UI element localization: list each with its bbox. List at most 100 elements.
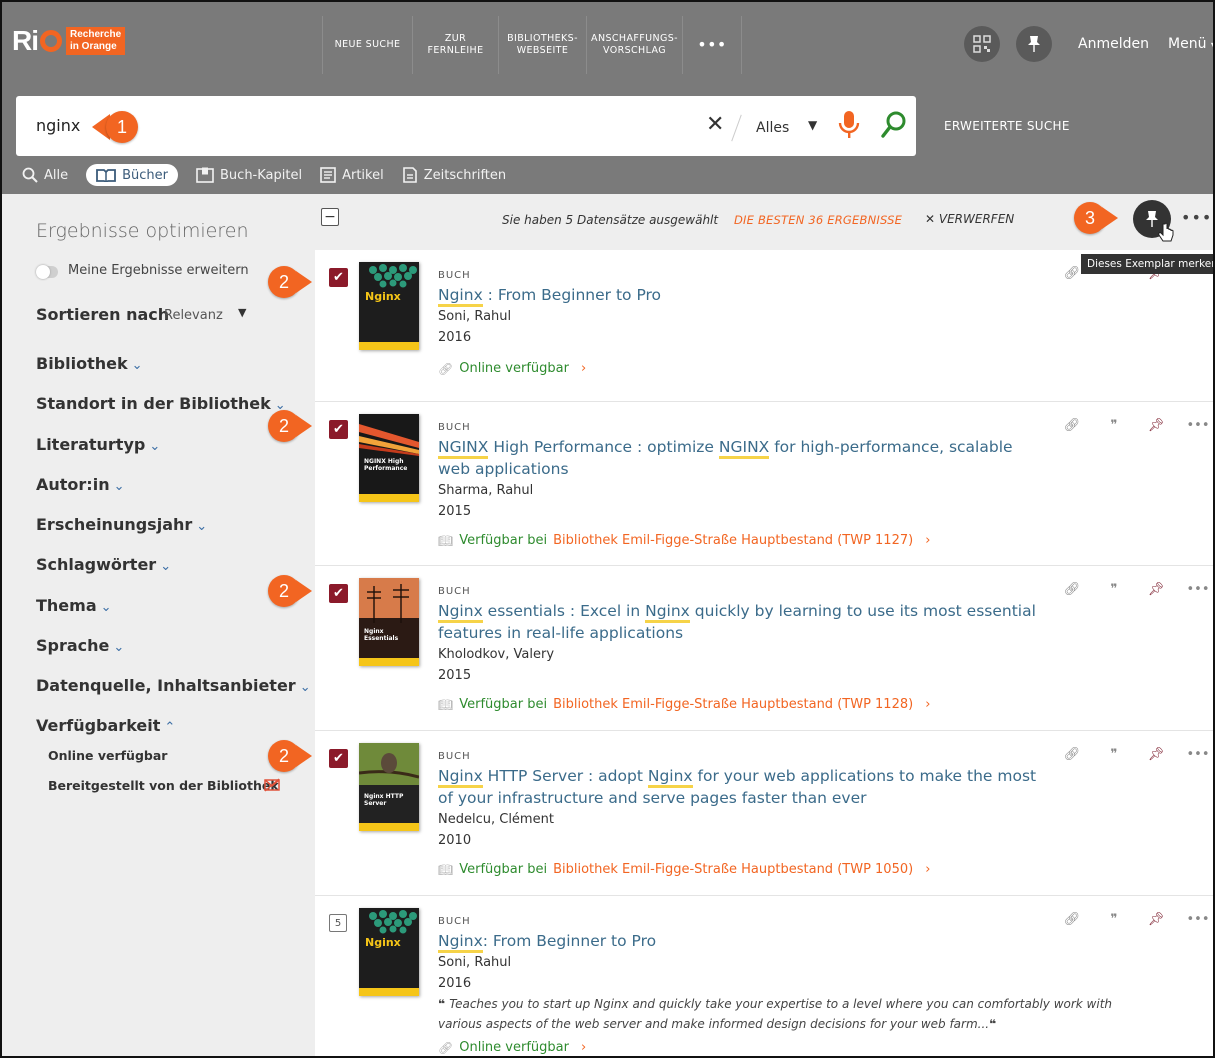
more-options-icon[interactable]: •••	[1187, 416, 1210, 434]
permalink-icon[interactable]: 🔗︎	[1061, 910, 1083, 928]
result-title[interactable]: Nginx : From Beginner to Pro	[438, 284, 1038, 307]
availability-link[interactable]: 📖︎ Verfügbar bei Bibliothek Emil-Figge-Str…	[438, 533, 930, 548]
pushpin-icon[interactable]: 📌︎	[1145, 580, 1167, 598]
facet-option-online[interactable]: Online verfügbar	[48, 748, 167, 763]
nav-acquisition-suggestion[interactable]: ANSCHAFFUNGS- VORSCHLAG	[586, 16, 682, 74]
tab-book-chapters[interactable]: Buch-Kapitel	[196, 164, 302, 186]
deselect-all-checkbox[interactable]: −	[321, 208, 339, 226]
citation-icon[interactable]: ❞	[1103, 580, 1125, 598]
tab-articles[interactable]: Artikel	[320, 164, 384, 186]
permalink-icon[interactable]: 🔗︎	[1061, 416, 1083, 434]
availability-text: Verfügbar bei	[459, 697, 548, 712]
facet-library[interactable]: Bibliothek ⌄	[36, 354, 143, 373]
book-icon	[96, 169, 117, 182]
callout-2: 2	[268, 740, 312, 772]
login-link[interactable]: Anmelden	[1078, 36, 1149, 52]
tab-books[interactable]: Bücher	[86, 164, 179, 186]
search-input[interactable]: nginx	[36, 116, 80, 135]
scope-caret-icon[interactable]: ▼	[808, 118, 817, 132]
result-author[interactable]: Soni, Rahul	[438, 955, 511, 970]
availability-link[interactable]: 📖︎ Verfügbar bei Bibliothek Emil-Figge-Str…	[438, 697, 930, 712]
search-scope-select[interactable]: Alles	[756, 120, 789, 136]
results-panel: − Sie haben 5 Datensätze ausgewählt DIE …	[315, 194, 1213, 1056]
nav-more[interactable]: •••	[682, 16, 742, 74]
book-cover[interactable]: Nginx	[359, 262, 419, 350]
book-cover[interactable]: NGINX High Performance	[359, 414, 419, 502]
tab-all[interactable]: Alle	[22, 164, 68, 186]
qr-code-icon[interactable]	[964, 26, 1000, 62]
expand-results-toggle[interactable]	[36, 265, 58, 279]
nav-interlibrary-loan[interactable]: ZUR FERNLEIHE	[412, 16, 498, 74]
sort-caret-icon[interactable]: ▼	[238, 306, 246, 319]
nav-label: BIBLIOTHEKS- WEBSEITE	[507, 33, 578, 56]
more-options-icon[interactable]: •••	[1187, 745, 1210, 763]
availability-link[interactable]: 🔗︎ Online verfügbar ›	[438, 361, 586, 376]
result-index-checkbox[interactable]: 5	[329, 914, 347, 932]
clear-search-icon[interactable]: ✕	[706, 112, 724, 137]
pushpin-icon[interactable]: 📌︎	[1145, 910, 1167, 928]
search-icon[interactable]	[880, 110, 908, 140]
cover-title: Nginx HTTP Server	[364, 793, 404, 807]
result-author[interactable]: Sharma, Rahul	[438, 483, 533, 498]
more-options-icon[interactable]: •••	[1187, 910, 1210, 928]
result-title[interactable]: Nginx essentials : Excel in Nginx quickl…	[438, 600, 1038, 644]
result-author[interactable]: Nedelcu, Clément	[438, 812, 554, 827]
rio-logo[interactable]: Ri Recherche in Orange	[12, 24, 128, 58]
facet-availability[interactable]: Verfügbarkeit ⌃	[36, 716, 175, 735]
chevron-down-icon: ⌄	[196, 519, 208, 534]
availability-text: Online verfügbar	[459, 361, 569, 376]
exclude-facet-icon[interactable]	[264, 778, 280, 792]
availability-link[interactable]: 🔗︎ Online verfügbar ›	[438, 1040, 586, 1055]
facet-language[interactable]: Sprache ⌄	[36, 636, 124, 655]
title-highlight: Nginx	[438, 767, 483, 788]
facet-option-library-provided[interactable]: Bereitgestellt von der Bibliothek	[48, 778, 279, 793]
result-type: BUCH	[438, 916, 471, 927]
facet-label: Datenquelle, Inhaltsanbieter	[36, 676, 296, 695]
advanced-search-link[interactable]: ERWEITERTE SUCHE	[944, 119, 1070, 133]
result-title[interactable]: Nginx: From Beginner to Pro	[438, 930, 1038, 953]
book-cover[interactable]: Nginx	[359, 908, 419, 996]
facet-keywords[interactable]: Schlagwörter ⌄	[36, 555, 171, 574]
permalink-icon[interactable]: 🔗︎	[1061, 580, 1083, 598]
tab-journals[interactable]: Zeitschriften	[402, 164, 506, 186]
result-checkbox[interactable]: ✔	[329, 268, 348, 287]
menu-button[interactable]: Menü ▾	[1168, 36, 1213, 52]
result-checkbox[interactable]: ✔	[329, 584, 348, 603]
facet-author[interactable]: Autor:in ⌄	[36, 475, 124, 494]
result-author[interactable]: Kholodkov, Valery	[438, 647, 554, 662]
result-item: 5 Nginx BUCH Nginx: From Beginner to Pro…	[315, 896, 1213, 1056]
facet-year[interactable]: Erscheinungsjahr ⌄	[36, 515, 207, 534]
facet-location[interactable]: Standort in der Bibliothek ⌄	[36, 394, 286, 413]
citation-icon[interactable]: ❞	[1103, 416, 1125, 434]
result-title[interactable]: NGINX High Performance : optimize NGINX …	[438, 436, 1038, 480]
citation-icon[interactable]: ❞	[1103, 745, 1125, 763]
book-cover[interactable]: Nginx HTTP Server	[359, 743, 419, 831]
facet-literature-type[interactable]: Literaturtyp ⌄	[36, 435, 160, 454]
facet-topic[interactable]: Thema ⌄	[36, 596, 112, 615]
best-results-link[interactable]: DIE BESTEN 36 ERGEBNISSE	[734, 213, 902, 227]
title-text: High Performance : optimize	[488, 438, 719, 456]
pushpin-icon[interactable]	[1016, 26, 1052, 62]
close-icon: ✕	[925, 212, 939, 226]
permalink-icon[interactable]: 🔗︎	[1061, 745, 1083, 763]
more-actions-button[interactable]: •••	[1181, 208, 1212, 227]
pushpin-icon[interactable]: 📌︎	[1145, 416, 1167, 434]
nav-new-search[interactable]: NEUE SUCHE	[322, 16, 412, 74]
facet-data-source[interactable]: Datenquelle, Inhaltsanbieter ⌄	[36, 676, 311, 695]
nav-library-website[interactable]: BIBLIOTHEKS- WEBSEITE	[498, 16, 586, 74]
result-checkbox[interactable]: ✔	[329, 749, 348, 768]
result-title[interactable]: Nginx HTTP Server : adopt Nginx for your…	[438, 765, 1038, 809]
microphone-icon[interactable]	[838, 110, 860, 140]
cover-title: Nginx	[365, 936, 401, 949]
sort-select[interactable]: Relevanz	[164, 308, 223, 323]
citation-icon[interactable]: ❞	[1103, 910, 1125, 928]
result-checkbox[interactable]: ✔	[329, 420, 348, 439]
discard-selection-button[interactable]: ✕ VERWERFEN	[925, 212, 1014, 226]
permalink-icon[interactable]: 🔗︎	[1061, 264, 1083, 282]
book-cover[interactable]: Nginx Essentials	[359, 578, 419, 666]
result-author[interactable]: Soni, Rahul	[438, 309, 511, 324]
availability-link[interactable]: 📖︎ Verfügbar bei Bibliothek Emil-Figge-Str…	[438, 862, 930, 877]
more-options-icon[interactable]: •••	[1187, 580, 1210, 598]
result-actions: 🔗︎ ❞ 📌︎ •••	[1061, 580, 1210, 598]
pushpin-icon[interactable]: 📌︎	[1145, 745, 1167, 763]
